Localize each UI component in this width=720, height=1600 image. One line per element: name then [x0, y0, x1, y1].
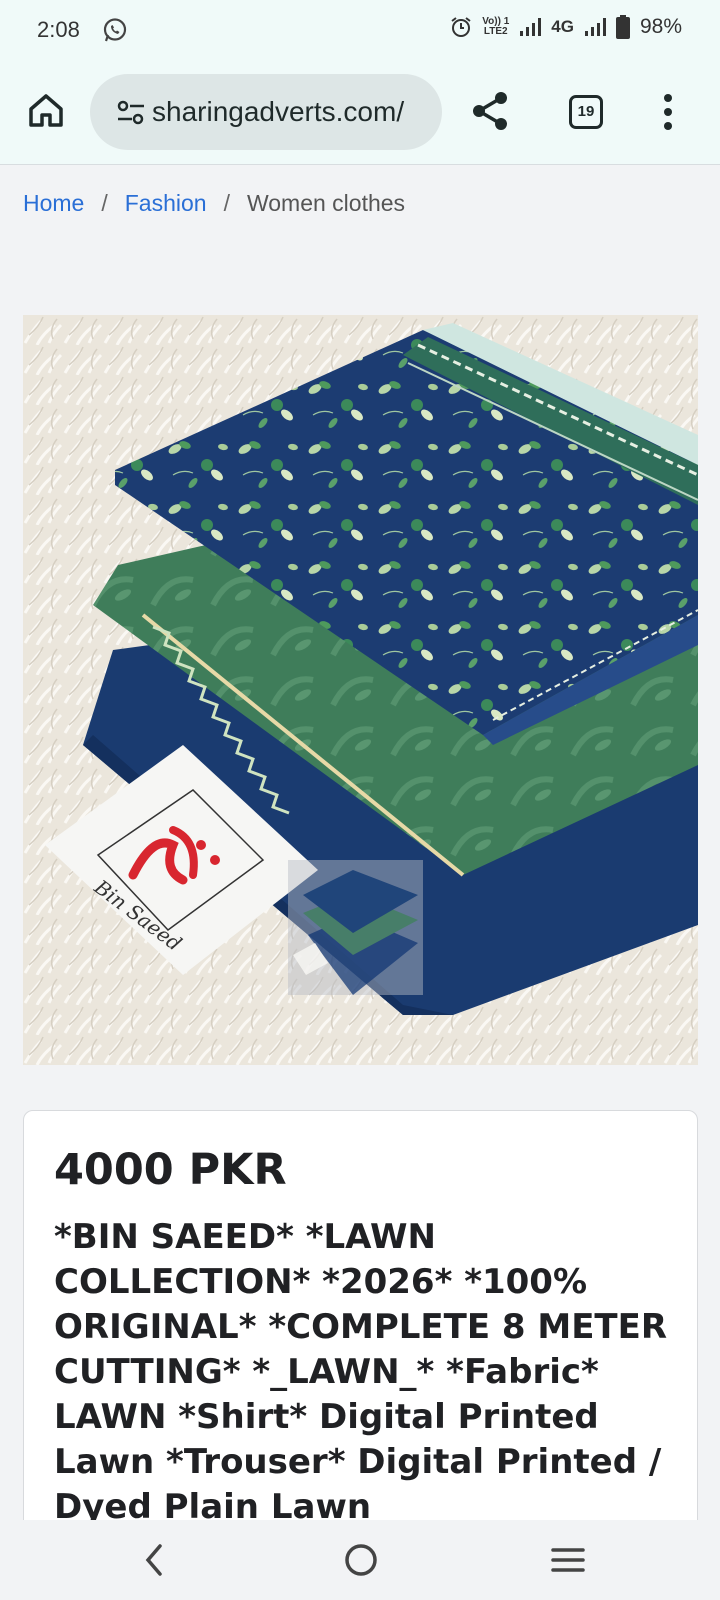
tab-switcher-button[interactable]: 19: [569, 95, 603, 129]
recents-menu-icon[interactable]: [550, 1540, 586, 1580]
breadcrumb-separator: /: [101, 190, 108, 216]
volte-indicator: Vo)) 1 LTE2: [482, 16, 510, 37]
back-icon[interactable]: [140, 1540, 168, 1580]
product-price: 4000 PKR: [54, 1145, 287, 1195]
browser-toolbar: sharingadverts.com/ 19: [0, 62, 720, 165]
product-info-card: 4000 PKR *BIN SAEED* *LAWN COLLECTION* *…: [23, 1110, 698, 1550]
site-settings-icon[interactable]: [116, 99, 146, 127]
status-icons: Vo)) 1 LTE2 4G 98%: [450, 15, 682, 39]
product-description: *BIN SAEED* *LAWN COLLECTION* *2026* *10…: [54, 1217, 668, 1527]
breadcrumb: Home / Fashion / Women clothes: [23, 190, 405, 217]
breadcrumb-fashion[interactable]: Fashion: [125, 190, 207, 217]
whatsapp-icon: [103, 18, 127, 42]
alarm-icon: [451, 17, 471, 37]
signal-icon-2: [584, 18, 606, 36]
product-image[interactable]: Bin Saeed: [23, 315, 698, 1065]
inset-thumbnail: [288, 860, 423, 995]
share-icon[interactable]: [470, 90, 510, 132]
more-menu-icon[interactable]: [662, 92, 674, 132]
url-text[interactable]: sharingadverts.com/: [152, 96, 432, 128]
home-icon[interactable]: [26, 90, 66, 130]
status-time: 2:08: [37, 17, 80, 42]
breadcrumb-current: Women clothes: [246, 190, 406, 216]
status-bar: 2:08 Vo)) 1 LTE2 4G 98%: [0, 0, 720, 62]
system-navigation-bar: [0, 1520, 720, 1600]
battery-icon: [615, 15, 630, 39]
breadcrumb-home[interactable]: Home: [23, 190, 84, 217]
battery-level: 98%: [639, 15, 682, 38]
address-bar[interactable]: sharingadverts.com/: [90, 74, 442, 150]
signal-icon-1: [520, 18, 542, 36]
home-nav-icon[interactable]: [343, 1540, 379, 1580]
breadcrumb-separator: /: [223, 190, 230, 216]
network-type: 4G: [551, 17, 574, 36]
